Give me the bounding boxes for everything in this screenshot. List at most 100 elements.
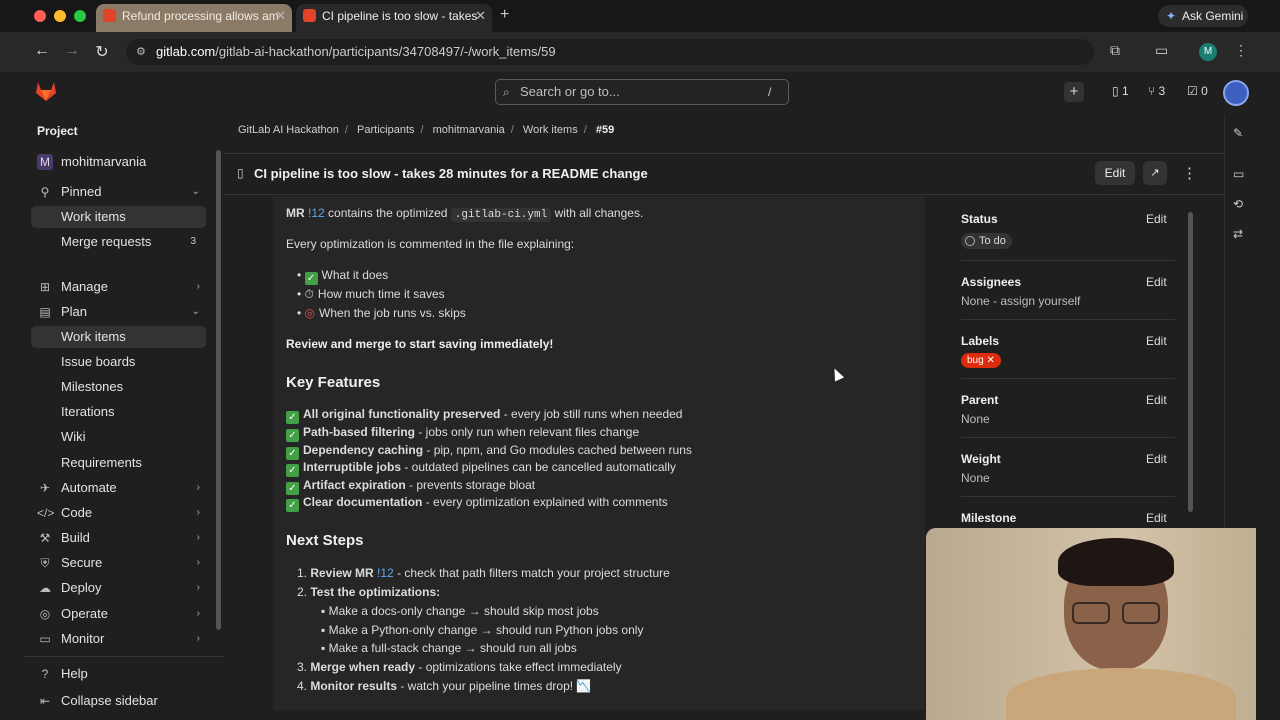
sidebar-item-issue-boards[interactable]: Issue boards [31,351,206,373]
sidebar-collapse[interactable]: ⇤ Collapse sidebar [31,690,206,712]
gitlab-logo-icon[interactable] [35,81,57,102]
edit-button[interactable]: Edit [1095,161,1135,185]
maximize-window-button[interactable] [74,10,86,22]
sidebar-item-label: Milestones [61,379,124,394]
list-item: • ✓ What it does [297,268,389,285]
chevron-right-icon: › [196,507,200,518]
site-info-icon[interactable]: ⚙ [136,39,146,65]
forward-icon[interactable]: → [62,42,82,60]
extensions-icon[interactable]: ⧉ [1110,42,1120,59]
new-tab-button[interactable]: + [500,6,509,24]
sidebar-item-label: Work items [61,329,126,344]
search-input[interactable]: ⌕ Search or go to... / [495,79,789,105]
browser-menu-icon[interactable]: ⋮ [1234,42,1248,59]
sidebar-item-wiki[interactable]: Wiki [31,426,206,448]
browser-tab-bar: Refund processing allows am ✕ CI pipelin… [0,0,1280,32]
close-tab-icon[interactable]: ✕ [275,4,286,28]
mr-link[interactable]: !12 [377,566,394,580]
edit-assignees-button[interactable]: Edit [1146,275,1167,289]
gemini-label: Ask Gemini [1182,9,1244,23]
address-bar[interactable]: ⚙ gitlab.com/gitlab-ai-hackathon/partici… [126,39,1094,65]
assignees-value[interactable]: None - assign yourself [961,294,1080,308]
chevron-right-icon: › [196,608,200,619]
sidebar-item-label: Issue boards [61,354,136,369]
edit-parent-button[interactable]: Edit [1146,393,1167,407]
close-window-button[interactable] [34,10,46,22]
merge-requests-counter[interactable]: ⑂ 3 [1148,84,1165,98]
step-item: 1. Review MR !12 - check that path filte… [297,566,670,580]
sidebar-project-link[interactable]: M mohitmarvania [31,151,206,173]
sidebar-group-code[interactable]: </> Code › [31,502,206,524]
more-actions-icon[interactable]: ⋮ [1182,164,1197,182]
sub-step-text: Make a full-stack change → should run al… [328,641,577,655]
sidebar-item-work-items[interactable]: Work items [31,326,206,348]
sidebar-group-secure[interactable]: ⛨ Secure › [31,552,206,574]
sidebar-item-milestones[interactable]: Milestones [31,376,206,398]
edit-note-icon[interactable]: ✎ [1233,126,1243,140]
browser-tab-active[interactable]: CI pipeline is too slow - takes ✕ [296,4,492,32]
edit-weight-button[interactable]: Edit [1146,452,1167,466]
divider [961,319,1175,320]
create-new-button[interactable]: + [1064,82,1084,102]
panel-scrollbar[interactable] [1188,212,1193,512]
feature-title: Path-based filtering [303,425,416,439]
profile-avatar[interactable]: M [1199,43,1217,61]
breadcrumb-item[interactable]: Participants [357,124,414,136]
code-icon: </> [37,506,55,520]
history-icon[interactable]: ⟲ [1233,197,1243,211]
back-icon[interactable]: ← [32,42,52,60]
edit-milestone-button[interactable]: Edit [1146,511,1167,525]
open-in-new-icon[interactable]: ↗ [1143,161,1167,185]
sidebar-item-label: Secure [61,555,103,570]
sidebar-item-label: Automate [61,480,117,495]
mr-link[interactable]: !12 [308,206,325,220]
paragraph: Every optimization is commented in the f… [286,237,575,251]
deploy-icon: ☁ [39,581,51,595]
remove-label-icon[interactable]: ✕ [986,355,994,366]
sidebar-group-monitor[interactable]: ▭ Monitor › [31,628,206,650]
shield-icon: ⛨ [40,556,50,570]
sidebar-help[interactable]: ? Help [31,663,206,685]
issues-counter[interactable]: ▯ 1 [1112,84,1129,98]
ask-gemini-button[interactable]: ✦ Ask Gemini [1158,5,1248,27]
sidebar-item-label: Merge requests [61,234,152,249]
chevron-right-icon: › [196,557,200,568]
linked-items-icon[interactable]: ⇄ [1233,227,1243,241]
bug-label-badge[interactable]: bug ✕ [961,353,1001,368]
sidebar-item-label: Code [61,505,93,520]
chevron-right-icon: › [196,281,200,292]
chevron-right-icon: › [196,582,200,593]
sidebar-group-manage[interactable]: ⊞ Manage › [31,276,206,298]
user-avatar[interactable] [1223,80,1249,106]
split-view-icon[interactable]: ▭ [1155,42,1168,59]
sidebar-item-requirements[interactable]: Requirements [31,452,206,474]
sidebar-item-merge-requests[interactable]: Merge requests 3 [31,231,206,253]
edit-status-button[interactable]: Edit [1146,212,1167,226]
breadcrumb-item[interactable]: Work items [523,124,578,136]
sidebar-scrollbar[interactable] [216,150,221,630]
sub-step-text: Make a Python-only change → should run P… [328,623,644,637]
sidebar-group-build[interactable]: ⚒ Build › [31,527,206,549]
todos-counter[interactable]: ☑ 0 [1187,84,1208,98]
close-tab-icon[interactable]: ✕ [475,4,486,28]
sidebar-group-plan[interactable]: ▤ Plan ⌄ [31,301,206,323]
sidebar-group-operate[interactable]: ◎ Operate › [31,603,206,625]
breadcrumb-item[interactable]: GitLab AI Hackathon [238,124,339,136]
reload-icon[interactable]: ↻ [92,42,112,62]
sidebar-item-iterations[interactable]: Iterations [31,401,206,423]
chevron-down-icon: ⌄ [191,186,200,197]
breadcrumb-item[interactable]: mohitmarvania [433,124,505,136]
search-shortcut: / [768,85,772,99]
browser-tab[interactable]: Refund processing allows am ✕ [96,4,292,32]
mr-prefix: MR [286,206,305,220]
comment-icon[interactable]: ▭ [1233,167,1244,181]
todo-icon: ☑ [1187,84,1198,98]
edit-labels-button[interactable]: Edit [1146,334,1167,348]
minimize-window-button[interactable] [54,10,66,22]
breadcrumb-current[interactable]: #59 [596,124,614,136]
feature-line: ✓ All original functionality preserved - … [286,407,682,424]
sidebar-item-work-items-pinned[interactable]: Work items [31,206,206,228]
sidebar-pinned-toggle[interactable]: ⚲ Pinned ⌄ [31,181,206,203]
sidebar-group-deploy[interactable]: ☁ Deploy › [31,577,206,599]
sidebar-group-automate[interactable]: ✈ Automate › [31,477,206,499]
